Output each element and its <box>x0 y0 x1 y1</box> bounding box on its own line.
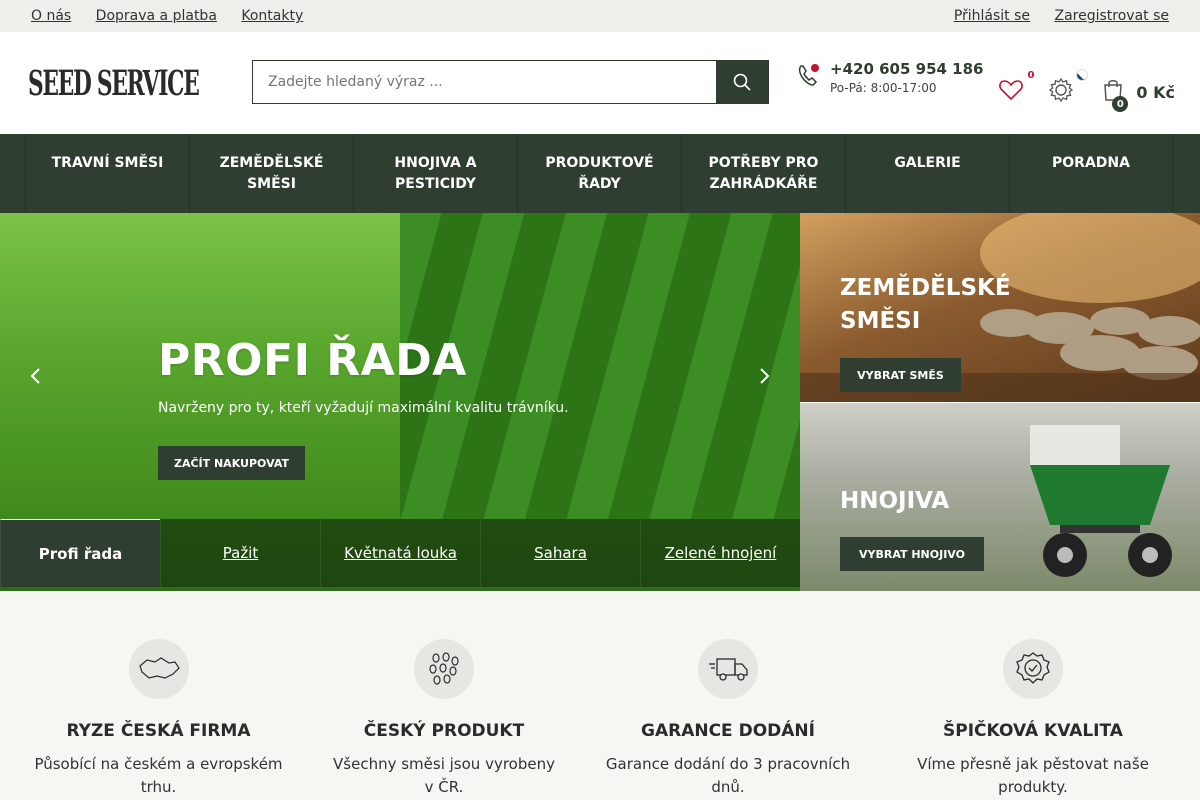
czech-map-icon <box>128 639 189 699</box>
header-icons: 0 0 0 Kč <box>978 69 1175 112</box>
header: SEED SERVICE +420 605 954 186 Po-Pá: 8:0… <box>0 32 1200 134</box>
features: RYZE ČESKÁ FIRMA Působící na českém a ev… <box>0 591 1200 800</box>
register-link[interactable]: Zaregistrovat se <box>1054 8 1169 24</box>
feature-text-line: Působící na českém a evropském <box>34 755 283 773</box>
slider-next-button[interactable] <box>752 363 778 389</box>
quality-badge-icon <box>1003 639 1063 699</box>
feature-title: ŠPIČKOVÁ KVALITA <box>943 721 1123 741</box>
banner-agricultural[interactable]: ZEMĚDĚLSKÉ SMĚSI VYBRAT SMĚS <box>800 213 1200 402</box>
nav-label: Hnojiva a <box>394 155 477 171</box>
feature-text-line: produkty. <box>998 778 1068 796</box>
nav-item-product-lines[interactable]: Produktové řady <box>517 134 681 213</box>
choose-mix-button[interactable]: VYBRAT SMĚS <box>840 358 961 392</box>
gear-icon <box>1049 77 1074 103</box>
hero-subtitle: Navrženy pro ty, kteří vyžadují maximáln… <box>158 400 569 416</box>
nav-item-agricultural-mixtures[interactable]: Zemědělské směsi <box>189 134 353 213</box>
nav-item-grass-mixtures[interactable]: Travní směsi <box>25 134 189 213</box>
search-bar <box>252 60 769 104</box>
link-shipping[interactable]: Doprava a platba <box>96 8 217 24</box>
login-link[interactable]: Přihlásit se <box>954 8 1030 24</box>
nav-label: zahrádkáře <box>709 176 818 192</box>
tab-pazit[interactable]: Pažit <box>160 519 320 587</box>
feature-czech-product: ČESKÝ PRODUKT Všechny směsi jsou vyroben… <box>317 639 571 800</box>
tab-kvetnata-louka[interactable]: Květnatá louka <box>320 519 480 587</box>
feature-delivery-guarantee: GARANCE DODÁNÍ Garance dodání do 3 praco… <box>571 639 885 800</box>
feature-title: RYZE ČESKÁ FIRMA <box>66 721 251 741</box>
nav-label: Zemědělské <box>219 155 324 171</box>
top-bar-left: O nás Doprava a platba Kontakty <box>31 8 323 24</box>
feature-text-line: v ČR. <box>424 778 464 796</box>
choose-fertilizer-button[interactable]: VYBRAT HNOJIVO <box>840 537 984 571</box>
settings-button[interactable] <box>1048 69 1089 107</box>
feature-text-line: trhu. <box>140 778 177 796</box>
banner-title-line: ZEMĚDĚLSKÉ <box>840 275 1011 301</box>
wishlist-count: 0 <box>1027 70 1035 81</box>
feature-text: Víme přesně jak pěstovat naše produkty. <box>885 753 1181 799</box>
fertilizer-spreader-image <box>1030 425 1172 577</box>
start-shopping-button[interactable]: ZAČÍT NAKUPOVAT <box>158 446 305 480</box>
feature-text-line: Víme přesně jak pěstovat naše <box>917 755 1149 773</box>
phone-icon <box>796 63 822 93</box>
nav-label: směsi <box>247 176 296 192</box>
search-input[interactable] <box>253 61 716 103</box>
slider-prev-button[interactable] <box>22 363 48 389</box>
tab-zelene-hnojeni[interactable]: Zelené hnojení <box>640 519 800 587</box>
phone-contact[interactable]: +420 605 954 186 Po-Pá: 8:00-17:00 <box>796 60 983 95</box>
search-icon <box>733 73 751 91</box>
link-contacts[interactable]: Kontakty <box>241 8 303 24</box>
chevron-right-icon <box>760 368 770 384</box>
logo-text: SEED SERVICE <box>28 62 200 104</box>
tab-profi-rada[interactable]: Profi řada <box>0 519 160 587</box>
seeds-icon <box>414 639 474 699</box>
slider-tabs: Profi řada Pažit Květnatá louka Sahara Z… <box>0 519 800 591</box>
nav-item-gallery[interactable]: Galerie <box>845 134 1009 213</box>
feature-text-line: Všechny směsi jsou vyrobeny <box>333 755 555 773</box>
side-banners: ZEMĚDĚLSKÉ SMĚSI VYBRAT SMĚS HNOJIVA VYBR… <box>800 213 1200 591</box>
tab-sahara[interactable]: Sahara <box>480 519 640 587</box>
heart-icon <box>999 80 1024 101</box>
hero-title: PROFI ŘADA <box>158 335 467 386</box>
feature-text-line: Garance dodání do 3 pracovních <box>605 755 851 773</box>
feature-title: GARANCE DODÁNÍ <box>641 721 815 741</box>
nav-label: Galerie <box>894 155 961 171</box>
banner-fertilizers-title: HNOJIVA <box>840 488 950 514</box>
chevron-left-icon <box>30 368 40 384</box>
banner-fertilizers[interactable]: HNOJIVA VYBRAT HNOJIVO <box>800 402 1200 591</box>
nav-label: Poradna <box>1052 155 1130 171</box>
top-bar: O nás Doprava a platba Kontakty Přihlási… <box>0 0 1200 32</box>
nav-item-gardening[interactable]: Potřeby pro zahrádkáře <box>681 134 845 213</box>
banner-agricultural-title: ZEMĚDĚLSKÉ SMĚSI <box>840 272 1011 338</box>
nav-item-advice[interactable]: Poradna <box>1009 134 1173 213</box>
hero: PROFI ŘADA Navrženy pro ty, kteří vyžadu… <box>0 213 1200 591</box>
nav-label: řady <box>578 176 621 192</box>
feature-text: Všechny směsi jsou vyrobeny v ČR. <box>317 753 571 799</box>
wishlist-button[interactable]: 0 <box>998 70 1034 106</box>
link-about[interactable]: O nás <box>31 8 71 24</box>
czech-flag-icon <box>1076 69 1089 81</box>
nav-item-fertilizers[interactable]: Hnojiva a pesticidy <box>353 134 517 213</box>
hero-slider: PROFI ŘADA Navrženy pro ty, kteří vyžadu… <box>0 213 800 591</box>
cart-count: 0 <box>1112 96 1129 112</box>
banner-title-line: SMĚSI <box>840 308 921 334</box>
logo[interactable]: SEED SERVICE <box>25 58 221 108</box>
feature-text: Garance dodání do 3 pracovních dnů. <box>571 753 885 799</box>
phone-number[interactable]: +420 605 954 186 <box>830 60 983 78</box>
search-button[interactable] <box>716 61 768 103</box>
cart-button[interactable]: 0 <box>1102 78 1129 112</box>
feature-title: ČESKÝ PRODUKT <box>363 721 525 741</box>
top-bar-right: Přihlásit se Zaregistrovat se <box>934 8 1169 24</box>
nav-label: Travní směsi <box>51 155 164 171</box>
delivery-truck-icon <box>698 639 758 699</box>
feature-czech-company: RYZE ČESKÁ FIRMA Působící na českém a ev… <box>0 639 317 800</box>
feature-top-quality: ŠPIČKOVÁ KVALITA Víme přesně jak pěstova… <box>885 639 1181 800</box>
feature-text: Působící na českém a evropském trhu. <box>0 753 317 799</box>
main-navigation: Travní směsi Zemědělské směsi Hnojiva a pe… <box>0 134 1200 213</box>
nav-label: pesticidy <box>395 176 476 192</box>
feature-text-line: dnů. <box>711 778 745 796</box>
nav-label: Produktové <box>545 155 654 171</box>
cart-price[interactable]: 0 Kč <box>1136 83 1175 102</box>
nav-label: Potřeby pro <box>708 155 819 171</box>
opening-hours: Po-Pá: 8:00-17:00 <box>830 81 937 95</box>
